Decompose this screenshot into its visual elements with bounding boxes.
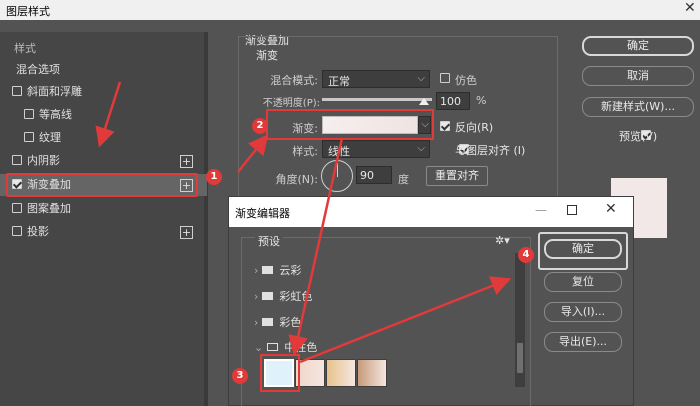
arrow-to-swatch bbox=[288, 137, 344, 356]
step-number-4: 4 bbox=[518, 247, 534, 263]
arrow-to-gradient-field bbox=[237, 134, 269, 173]
arrow-to-gradient-overlay bbox=[95, 81, 122, 148]
annotation-arrows bbox=[95, 81, 512, 364]
step-number-2: 2 bbox=[252, 118, 268, 134]
arrow-to-ok bbox=[299, 276, 512, 364]
step-number-3: 3 bbox=[232, 368, 248, 384]
step-number-1: 1 bbox=[206, 169, 222, 185]
